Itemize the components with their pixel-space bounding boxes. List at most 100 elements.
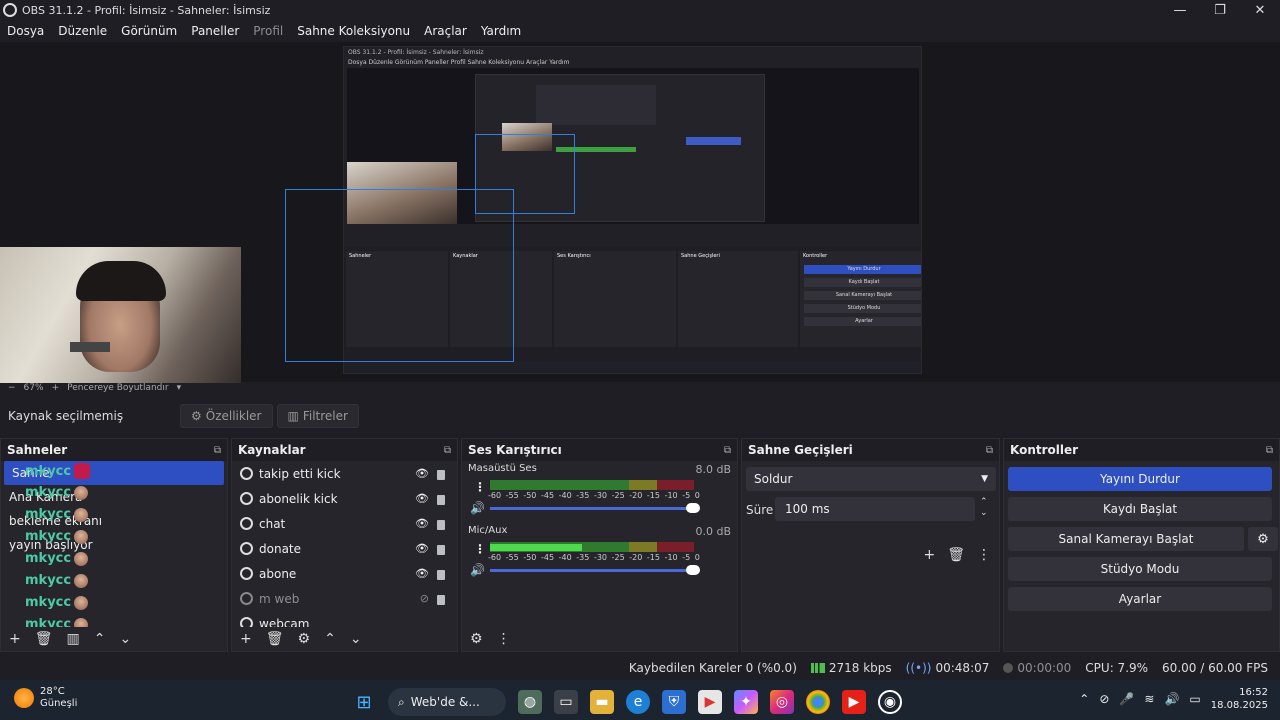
more-icon[interactable]: ⋮ xyxy=(497,631,511,647)
scene-item-ana-kamera[interactable]: Ana Kamera xyxy=(1,485,227,509)
chevron-down-icon[interactable]: ▾ xyxy=(177,383,182,393)
filter-icon[interactable]: ▥ xyxy=(67,631,80,647)
filters-button[interactable]: ▥ Filtreler xyxy=(276,404,359,428)
widgets-icon[interactable]: ◍ xyxy=(518,690,542,714)
undock-icon[interactable]: ⧉ xyxy=(1266,445,1273,456)
edge-icon[interactable]: e xyxy=(626,690,650,714)
minimize-button[interactable]: — xyxy=(1160,0,1200,20)
add-icon[interactable]: + xyxy=(9,631,21,647)
virtual-camera-settings-button[interactable]: ⚙ xyxy=(1248,527,1278,551)
start-recording-button[interactable]: Kaydı Başlat xyxy=(1008,497,1272,521)
gear-icon[interactable]: ⚙ xyxy=(298,631,311,647)
lock-icon[interactable] xyxy=(437,470,445,480)
lock-icon[interactable] xyxy=(437,595,445,605)
chrome-icon[interactable] xyxy=(806,690,830,714)
arrow-up-icon[interactable]: ⌃ xyxy=(94,631,106,647)
network-off-icon[interactable]: ⊘ xyxy=(1099,692,1109,706)
zoom-out-button[interactable]: − xyxy=(8,383,16,393)
youtube-icon[interactable]: ▶ xyxy=(842,690,866,714)
clock[interactable]: 16:52 18.08.2025 xyxy=(1211,686,1268,712)
battery-icon[interactable]: ▭ xyxy=(1189,692,1200,706)
add-icon[interactable]: + xyxy=(240,631,252,647)
lock-icon[interactable] xyxy=(437,545,445,555)
lock-icon[interactable] xyxy=(437,570,445,580)
menu-docks[interactable]: Paneller xyxy=(184,24,246,38)
taskbar-search[interactable]: ⌕ Web'de &... xyxy=(388,688,506,716)
studio-mode-button[interactable]: Stüdyo Modu xyxy=(1008,557,1272,581)
webcam-feed[interactable] xyxy=(0,247,241,383)
eye-icon[interactable]: 👁 xyxy=(415,492,429,505)
scene-item-sahne[interactable]: Sahne xyxy=(4,461,224,485)
trash-icon[interactable]: 🗑 xyxy=(35,631,53,647)
source-item[interactable]: chat 👁 xyxy=(232,511,457,536)
eye-icon[interactable]: 👁 xyxy=(415,542,429,555)
microphone-icon[interactable]: 🎤 xyxy=(1119,692,1134,706)
menu-file[interactable]: Dosya xyxy=(0,24,51,38)
volume-slider[interactable] xyxy=(490,565,700,575)
eye-hidden-icon[interactable]: ⊘ xyxy=(420,592,429,605)
source-item[interactable]: abone 👁 xyxy=(232,561,457,586)
trash-icon[interactable]: 🗑 xyxy=(947,547,965,563)
eye-icon[interactable]: 👁 xyxy=(415,467,429,480)
start-virtual-camera-button[interactable]: Sanal Kamerayı Başlat xyxy=(1008,527,1244,551)
properties-button[interactable]: ⚙ Özellikler xyxy=(180,404,273,428)
undock-icon[interactable]: ⧉ xyxy=(444,445,451,456)
speaker-icon[interactable]: 🔊 xyxy=(470,563,485,577)
undock-icon[interactable]: ⧉ xyxy=(214,445,221,456)
menu-scene-collection[interactable]: Sahne Koleksiyonu xyxy=(290,24,417,38)
menu-view[interactable]: Görünüm xyxy=(114,24,184,38)
speaker-icon[interactable]: 🔊 xyxy=(470,501,485,515)
stop-stream-button[interactable]: Yayını Durdur xyxy=(1008,467,1272,491)
media-player-icon[interactable]: ▶ xyxy=(698,690,722,714)
file-explorer-icon[interactable]: ▬ xyxy=(590,690,614,714)
transition-select[interactable]: Soldur ▼ xyxy=(746,467,996,491)
menu-profile[interactable]: Profil xyxy=(246,24,290,38)
title-bar: OBS 31.1.2 - Profil: İsimsiz - Sahneler:… xyxy=(0,0,1280,20)
volume-icon[interactable]: 🔊 xyxy=(1164,692,1179,706)
slider-knob[interactable] xyxy=(686,565,700,575)
task-view-icon[interactable]: ▭ xyxy=(554,690,578,714)
arrow-down-icon[interactable]: ⌄ xyxy=(119,631,131,647)
undock-icon[interactable]: ⧉ xyxy=(986,445,993,456)
lock-icon[interactable] xyxy=(437,520,445,530)
duration-input[interactable]: 100 ms xyxy=(775,497,975,521)
wifi-icon[interactable]: ≋ xyxy=(1144,692,1154,706)
obs-icon[interactable]: ◉ xyxy=(878,690,902,714)
undock-icon[interactable]: ⧉ xyxy=(724,445,731,456)
maximize-button[interactable]: ❐ xyxy=(1200,0,1240,20)
copilot-icon[interactable]: ✦ xyxy=(734,690,758,714)
eye-icon[interactable]: 👁 xyxy=(415,517,429,530)
more-icon[interactable]: ⋮ xyxy=(474,542,486,556)
arrow-up-icon[interactable]: ⌃ xyxy=(324,631,336,647)
weather-widget[interactable]: 28°C Güneşli xyxy=(14,686,77,710)
menu-tools[interactable]: Araçlar xyxy=(417,24,474,38)
slider-knob[interactable] xyxy=(686,503,700,513)
source-item[interactable]: takip etti kick 👁 xyxy=(232,461,457,486)
add-icon[interactable]: + xyxy=(923,547,935,563)
eye-icon[interactable]: 👁 xyxy=(415,567,429,580)
source-item[interactable]: m web ⊘ xyxy=(232,586,457,611)
more-icon[interactable]: ⋮ xyxy=(474,480,486,494)
chevron-up-icon[interactable]: ⌃ xyxy=(1079,692,1089,706)
selection-bounding-box[interactable] xyxy=(285,189,514,362)
lock-icon[interactable] xyxy=(437,495,445,505)
zoom-in-button[interactable]: + xyxy=(52,383,60,393)
more-icon[interactable]: ⋮ xyxy=(977,547,991,563)
fit-to-window-dropdown[interactable]: Pencereye Boyutlandır xyxy=(67,383,168,393)
source-item[interactable]: abonelik kick 👁 xyxy=(232,486,457,511)
arrow-down-icon[interactable]: ⌄ xyxy=(350,631,362,647)
settings-button[interactable]: Ayarlar xyxy=(1008,587,1272,611)
trash-icon[interactable]: 🗑 xyxy=(266,631,284,647)
windows-start-icon[interactable]: ⊞ xyxy=(352,690,376,714)
instagram-icon[interactable]: ◎ xyxy=(770,690,794,714)
menu-help[interactable]: Yardım xyxy=(474,24,528,38)
security-icon[interactable]: ⛨ xyxy=(662,690,686,714)
advanced-audio-icon[interactable]: ⚙ xyxy=(470,631,483,647)
close-button[interactable]: ✕ xyxy=(1240,0,1280,20)
scene-item-yayin-basliyor[interactable]: yayın başlıyor xyxy=(1,533,227,557)
duration-stepper[interactable]: ⌃ ⌄ xyxy=(980,497,988,519)
menu-edit[interactable]: Düzenle xyxy=(51,24,114,38)
source-item[interactable]: donate 👁 xyxy=(232,536,457,561)
scene-item-bekleme-ekrani[interactable]: bekleme ekranı xyxy=(1,509,227,533)
volume-slider[interactable] xyxy=(490,503,700,513)
